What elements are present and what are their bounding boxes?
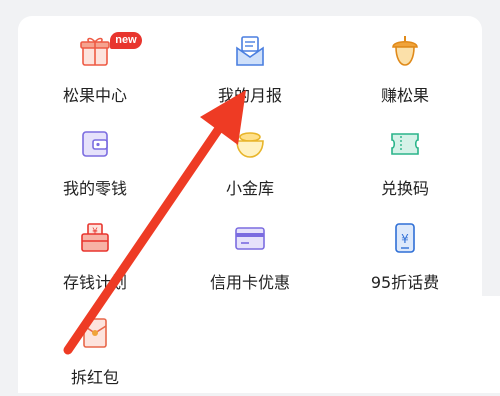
annotation-arrow-icon — [63, 90, 246, 355]
